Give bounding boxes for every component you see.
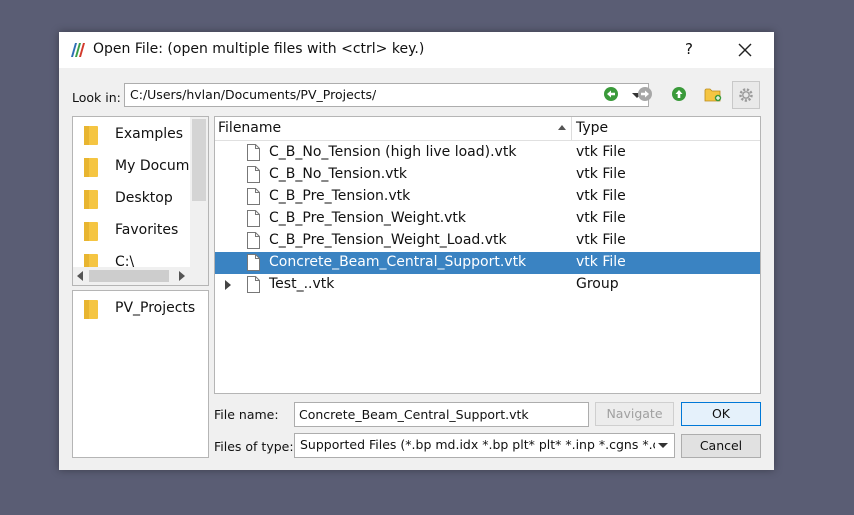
file-type-cell: vtk File bbox=[576, 188, 626, 204]
file-row[interactable]: C_B_No_Tension.vtk vtk File bbox=[215, 164, 760, 186]
file-type-cell: Group bbox=[576, 276, 619, 292]
file-row[interactable]: C_B_Pre_Tension_Weight.vtk vtk File bbox=[215, 208, 760, 230]
sidebar-item-label: Examples bbox=[115, 126, 184, 142]
file-row[interactable]: C_B_Pre_Tension.vtk vtk File bbox=[215, 186, 760, 208]
folder-icon bbox=[84, 158, 98, 177]
file-list-header: Filename Type bbox=[215, 117, 760, 141]
sort-ascending-icon bbox=[558, 125, 566, 130]
file-icon bbox=[247, 144, 260, 161]
chevron-down-icon bbox=[658, 443, 668, 448]
scrollbar-thumb[interactable] bbox=[192, 119, 206, 201]
file-row[interactable]: C_B_Pre_Tension_Weight_Load.vtk vtk File bbox=[215, 230, 760, 252]
file-row[interactable]: C_B_No_Tension (high live load).vtk vtk … bbox=[215, 142, 760, 164]
file-icon bbox=[247, 166, 260, 183]
file-type-cell: vtk File bbox=[576, 144, 626, 160]
file-icon bbox=[247, 254, 260, 271]
help-button[interactable]: ? bbox=[679, 40, 699, 60]
file-icon bbox=[247, 210, 260, 227]
sidebar-item-pv-projects[interactable]: PV_Projects bbox=[83, 296, 208, 322]
settings-button[interactable] bbox=[732, 81, 760, 109]
file-name-input[interactable]: Concrete_Beam_Central_Support.vtk bbox=[294, 402, 589, 427]
look-in-combo[interactable]: C:/Users/hvlan/Documents/PV_Projects/ bbox=[124, 83, 649, 107]
scrollbar-thumb[interactable] bbox=[89, 270, 169, 282]
column-divider bbox=[571, 117, 572, 140]
file-type-cell: vtk File bbox=[576, 254, 626, 270]
navigate-button[interactable]: Navigate bbox=[595, 402, 674, 426]
forward-arrow-icon[interactable] bbox=[633, 82, 657, 106]
dialog-title: Open File: (open multiple files with <ct… bbox=[93, 41, 425, 57]
open-file-dialog: Open File: (open multiple files with <ct… bbox=[59, 32, 774, 470]
sidebar-item-label: Favorites bbox=[115, 222, 179, 238]
back-arrow-icon[interactable] bbox=[599, 82, 623, 106]
settings-gear-icon bbox=[739, 88, 753, 102]
column-filename[interactable]: Filename bbox=[218, 120, 281, 136]
file-name-value: Concrete_Beam_Central_Support.vtk bbox=[299, 407, 529, 422]
file-row-selected[interactable]: Concrete_Beam_Central_Support.vtk vtk Fi… bbox=[215, 252, 760, 274]
file-name-cell: C_B_No_Tension (high live load).vtk bbox=[269, 144, 517, 160]
file-name-cell: C_B_Pre_Tension_Weight.vtk bbox=[269, 210, 467, 226]
ok-button[interactable]: OK bbox=[681, 402, 761, 426]
expand-arrow-icon[interactable] bbox=[225, 280, 231, 290]
file-name-cell: C_B_No_Tension.vtk bbox=[269, 166, 408, 182]
file-icon bbox=[247, 276, 260, 293]
folder-icon bbox=[84, 126, 98, 145]
files-of-type-label: Files of type: bbox=[214, 439, 294, 454]
scroll-right-icon[interactable] bbox=[179, 271, 185, 281]
files-of-type-value: Supported Files (*.bp md.idx *.bp plt* p… bbox=[300, 437, 655, 452]
sidebar-item-label: My Docume bbox=[115, 158, 198, 174]
column-type[interactable]: Type bbox=[576, 120, 608, 136]
files-of-type-combo[interactable]: Supported Files (*.bp md.idx *.bp plt* p… bbox=[294, 433, 675, 458]
file-list: Filename Type C_B_No_Tension (high live … bbox=[214, 116, 761, 394]
sidebar-horizontal-scrollbar[interactable] bbox=[73, 267, 208, 285]
new-folder-icon[interactable] bbox=[701, 82, 725, 106]
file-icon bbox=[247, 188, 260, 205]
look-in-label: Look in: bbox=[72, 90, 121, 105]
file-name-cell: C_B_Pre_Tension_Weight_Load.vtk bbox=[269, 232, 507, 248]
folder-icon bbox=[84, 300, 98, 319]
sidebar-item-label: PV_Projects bbox=[115, 300, 196, 316]
file-row[interactable]: Test_..vtk Group bbox=[215, 274, 760, 296]
sidebar-favorites: Examples My Docume Desktop Favorites C:\ bbox=[72, 116, 209, 286]
file-name-cell: C_B_Pre_Tension.vtk bbox=[269, 188, 411, 204]
sidebar-vertical-scrollbar[interactable] bbox=[190, 117, 208, 267]
file-name-cell: Test_..vtk bbox=[269, 276, 335, 292]
folder-icon bbox=[84, 190, 98, 209]
cancel-button[interactable]: Cancel bbox=[681, 434, 761, 458]
file-name-cell: Concrete_Beam_Central_Support.vtk bbox=[269, 254, 527, 270]
scroll-left-icon[interactable] bbox=[77, 271, 83, 281]
file-type-cell: vtk File bbox=[576, 210, 626, 226]
sidebar-item-label: Desktop bbox=[115, 190, 173, 206]
up-arrow-icon[interactable] bbox=[667, 82, 691, 106]
file-icon bbox=[247, 232, 260, 249]
sidebar-recent: PV_Projects bbox=[72, 290, 209, 458]
file-type-cell: vtk File bbox=[576, 232, 626, 248]
paraview-logo-icon bbox=[71, 43, 85, 57]
look-in-value: C:/Users/hvlan/Documents/PV_Projects/ bbox=[130, 87, 377, 102]
title-bar: Open File: (open multiple files with <ct… bbox=[59, 32, 774, 68]
file-name-label: File name: bbox=[214, 407, 279, 422]
file-type-cell: vtk File bbox=[576, 166, 626, 182]
folder-icon bbox=[84, 222, 98, 241]
close-icon[interactable] bbox=[734, 39, 756, 61]
